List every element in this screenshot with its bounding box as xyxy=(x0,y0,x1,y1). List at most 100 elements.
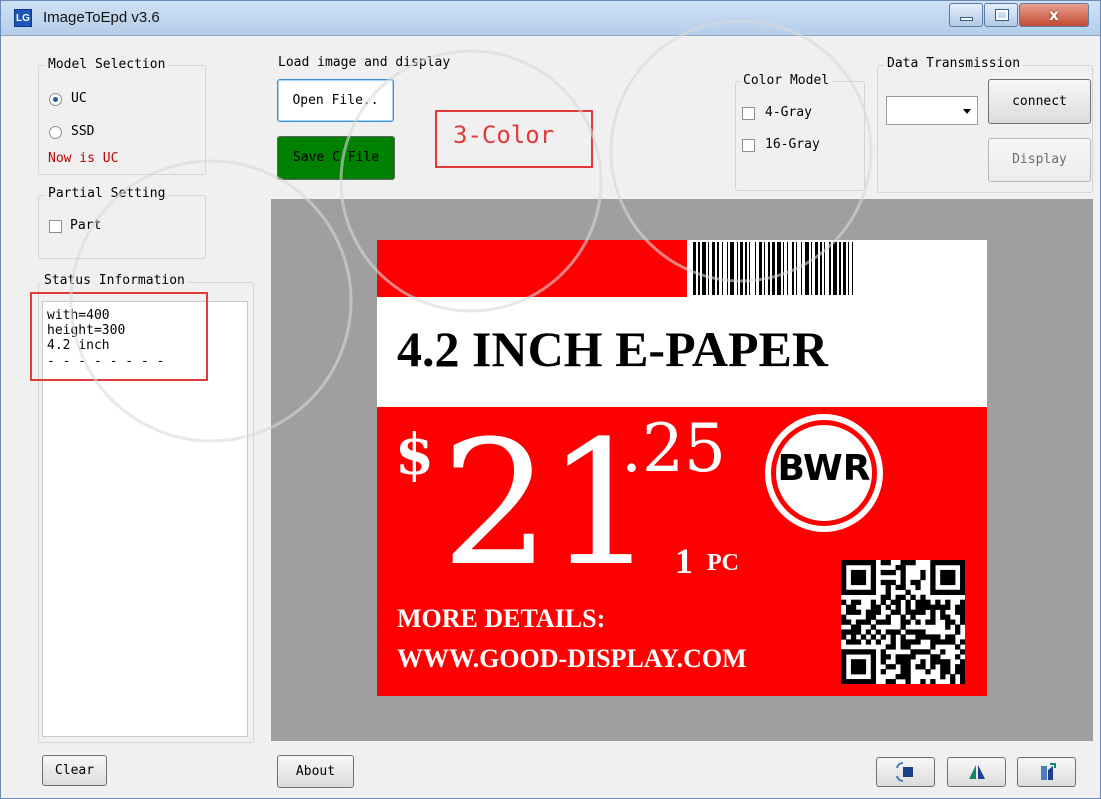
16-gray-checkbox[interactable] xyxy=(742,139,755,152)
qr-module xyxy=(895,609,901,615)
qr-module xyxy=(905,629,911,635)
qr-module xyxy=(845,639,852,645)
qr-module xyxy=(841,564,847,571)
qr-module xyxy=(910,649,916,655)
4-gray-checkbox[interactable] xyxy=(742,107,755,120)
qr-module xyxy=(915,629,921,635)
bwr-badge: BWR xyxy=(765,414,883,532)
qr-module xyxy=(870,669,877,675)
qr-module xyxy=(855,579,862,586)
qr-module xyxy=(850,669,857,675)
qr-module xyxy=(850,604,857,610)
data-transmission-title: Data Transmission xyxy=(884,56,1024,71)
qr-module xyxy=(915,639,921,645)
qr-module xyxy=(905,589,911,596)
close-button[interactable]: x xyxy=(1019,3,1089,27)
radio-uc[interactable] xyxy=(49,93,62,106)
qr-module xyxy=(905,669,911,675)
qr-module xyxy=(875,604,881,610)
qr-module xyxy=(955,609,961,615)
open-file-button[interactable]: Open File.. xyxy=(277,79,394,122)
title-bar[interactable]: LG ImageToEpd v3.6 x xyxy=(1,1,1100,36)
minimize-button[interactable] xyxy=(949,3,983,27)
qr-module xyxy=(950,560,956,566)
display-button[interactable]: Display xyxy=(988,138,1091,182)
status-highlight-box xyxy=(30,292,208,381)
qr-module xyxy=(841,679,847,684)
qr-module xyxy=(920,599,926,605)
qr-module xyxy=(955,644,961,650)
qr-module xyxy=(960,604,965,610)
barcode-bar xyxy=(824,242,825,295)
qr-module xyxy=(850,599,857,605)
qr-module xyxy=(945,599,951,605)
barcode-bar xyxy=(745,242,747,295)
qr-module xyxy=(860,649,867,655)
qr-module xyxy=(945,664,951,670)
qr-module xyxy=(855,659,862,665)
qr-module xyxy=(950,674,956,680)
qr-module xyxy=(895,564,901,571)
color-annotation-text: 3-Color xyxy=(453,121,555,149)
red-stripe xyxy=(377,240,687,297)
barcode-bar xyxy=(749,242,750,295)
qr-module xyxy=(860,579,867,586)
qr-module xyxy=(925,599,931,605)
qr-module xyxy=(900,619,906,625)
qr-module xyxy=(885,594,891,600)
flip-button[interactable] xyxy=(1017,757,1076,787)
port-select[interactable] xyxy=(886,96,978,125)
qr-module xyxy=(870,649,877,655)
qr-module xyxy=(855,599,862,605)
qr-module xyxy=(920,569,926,576)
barcode-bar xyxy=(740,242,743,295)
qr-module xyxy=(900,654,906,660)
qr-module xyxy=(870,564,877,571)
barcode-bar xyxy=(787,242,788,295)
qr-module xyxy=(865,560,872,566)
qr-module xyxy=(915,664,921,670)
qr-module xyxy=(900,569,906,576)
qr-module xyxy=(895,629,901,635)
qr-module xyxy=(960,679,965,684)
qr-module xyxy=(925,669,931,675)
qr-module xyxy=(870,609,877,615)
qr-module xyxy=(950,569,956,576)
clear-button[interactable]: Clear xyxy=(42,755,107,786)
qr-module xyxy=(841,664,847,670)
qr-module xyxy=(920,659,926,665)
barcode-bar xyxy=(730,242,734,295)
part-checkbox[interactable] xyxy=(49,220,62,233)
close-icon: x xyxy=(1049,6,1059,24)
save-c-file-button[interactable]: Save C File xyxy=(277,136,395,180)
qr-module xyxy=(960,614,965,620)
qr-module xyxy=(955,589,961,596)
qr-module xyxy=(940,579,946,586)
qr-module xyxy=(935,639,941,645)
qr-module xyxy=(855,649,862,655)
rotate-button[interactable] xyxy=(876,757,935,787)
qr-module xyxy=(841,579,847,586)
qr-module xyxy=(925,634,931,640)
qr-module xyxy=(920,604,926,610)
qr-module xyxy=(945,589,951,596)
connect-button[interactable]: connect xyxy=(988,79,1091,124)
mirror-icon xyxy=(968,765,985,779)
qr-module xyxy=(885,579,891,586)
about-button[interactable]: About xyxy=(277,755,354,788)
qr-module xyxy=(940,674,946,680)
qr-module xyxy=(841,654,847,660)
qr-module xyxy=(960,669,965,675)
qr-module xyxy=(880,669,886,675)
maximize-button[interactable] xyxy=(984,3,1018,27)
qr-module xyxy=(920,574,926,581)
mirror-button[interactable] xyxy=(947,757,1006,787)
qr-module xyxy=(905,644,911,650)
qr-module xyxy=(870,569,877,576)
qr-module xyxy=(870,579,877,586)
barcode-bar xyxy=(737,242,738,295)
model-selection-title: Model Selection xyxy=(45,57,169,72)
radio-ssd[interactable] xyxy=(49,126,62,139)
window-title: ImageToEpd v3.6 xyxy=(43,9,160,26)
qr-module xyxy=(850,634,857,640)
